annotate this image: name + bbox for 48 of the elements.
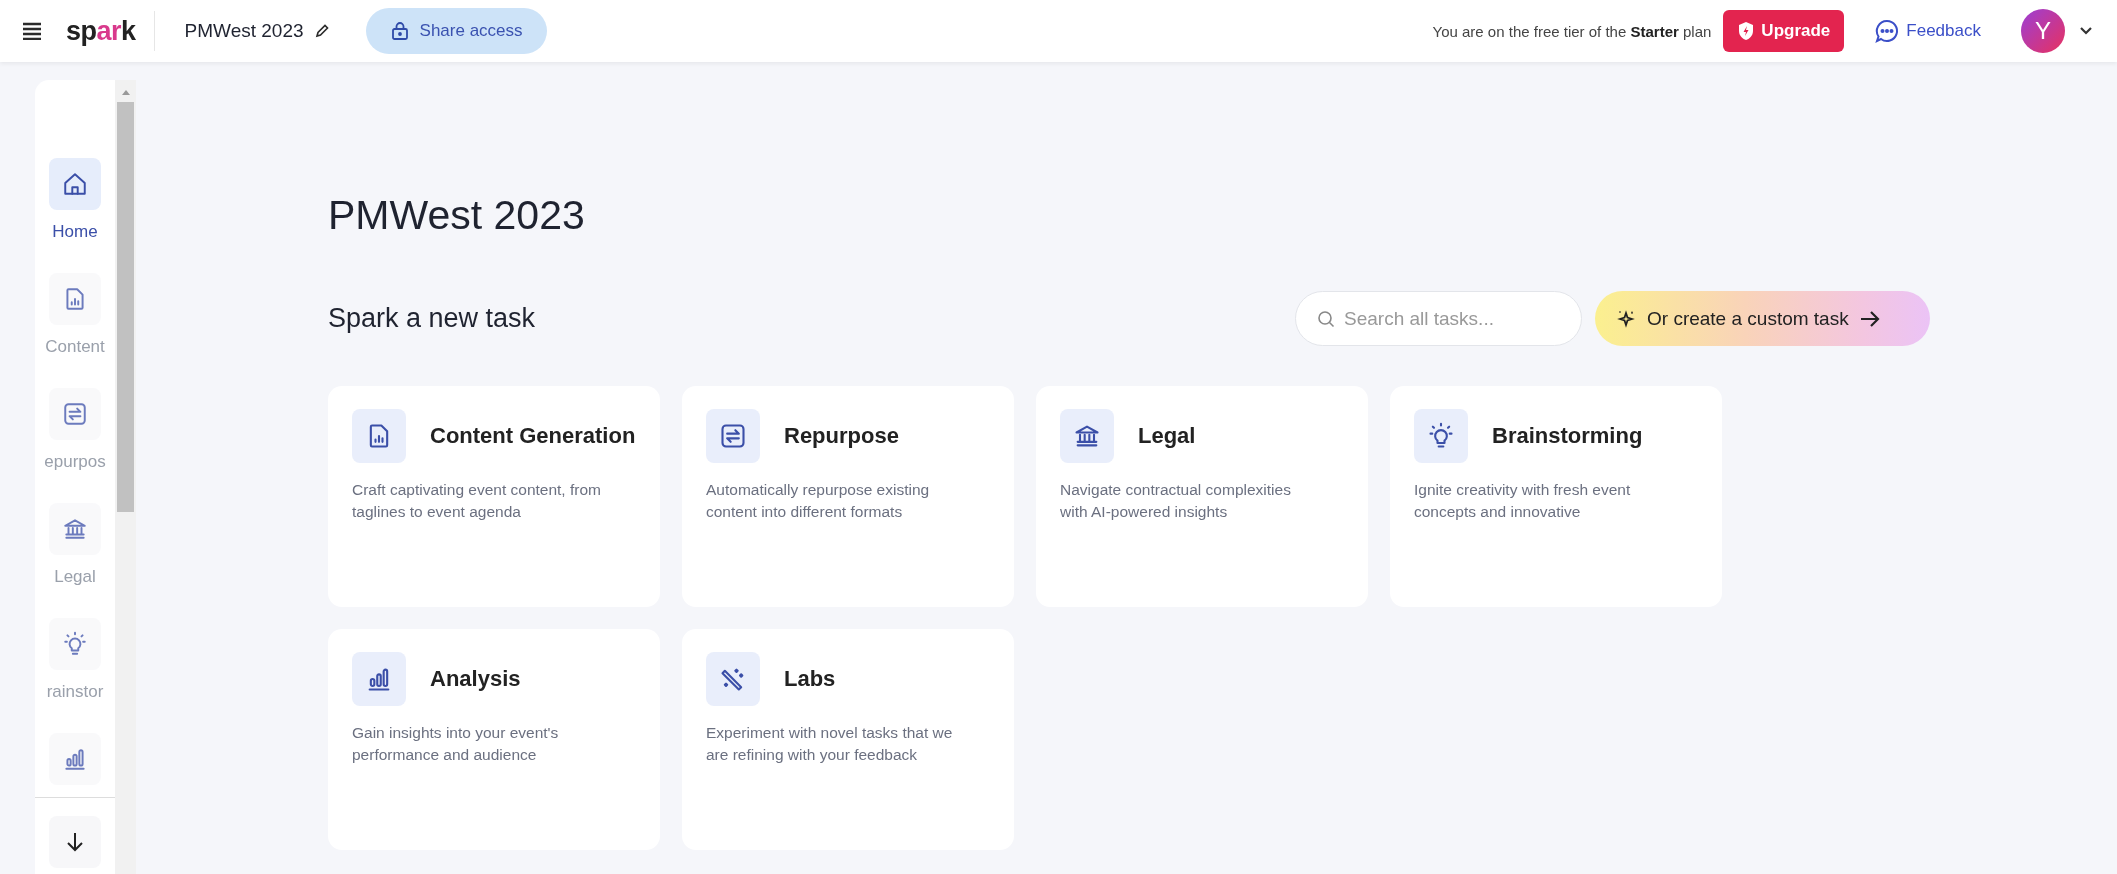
menu-icon[interactable] [22, 22, 42, 40]
task-description: Experiment with novel tasks that we are refining with your feedback [706, 723, 954, 765]
pencil-icon[interactable] [313, 23, 330, 39]
page-title: PMWest 2023 [328, 192, 586, 239]
user-avatar[interactable]: Y [2021, 9, 2065, 53]
task-description: Ignite creativity with fresh event concepts and innovative [1414, 480, 1632, 522]
task-description: Gain insights into your event's performance and audience [352, 723, 560, 765]
project-name: PMWest 2023 [184, 20, 304, 42]
task-title: Brainstorming [1492, 423, 1643, 449]
home-icon [62, 171, 88, 197]
feedback-link[interactable]: Feedback [1874, 18, 1981, 44]
sidebar-item[interactable]: Home [35, 158, 115, 242]
task-title: Analysis [430, 666, 521, 692]
download-button[interactable] [49, 816, 101, 868]
task-card[interactable]: Labs Experiment with novel tasks that we are refining with your feedback [682, 629, 1014, 850]
section-title: Spark a new task [328, 303, 536, 334]
task-description: Craft captivating event content, from taglines to event agenda [352, 480, 602, 522]
task-card[interactable]: Legal Navigate contractual complexities with AI-powered insights [1036, 386, 1368, 607]
custom-task-button[interactable]: Or create a custom task [1595, 291, 1930, 346]
lock-icon [389, 21, 410, 41]
arrow-right-icon [1858, 309, 1881, 328]
scrollbar-thumb[interactable] [117, 102, 134, 512]
shield-icon [1737, 21, 1756, 41]
task-card[interactable]: Repurpose Automatically repurpose existing content into different formats [682, 386, 1014, 607]
upgrade-button[interactable]: Upgrade [1723, 10, 1845, 52]
swap-arrows-icon [62, 401, 88, 427]
chat-bubble-icon [1874, 18, 1901, 44]
swap-arrows-icon [719, 422, 747, 450]
task-title: Labs [784, 666, 836, 692]
bar-chart-icon [62, 746, 88, 772]
plan-notice: You are on the free tier of the Starter plan [1432, 22, 1712, 40]
search-icon [1317, 310, 1335, 328]
task-description: Navigate contractual complexities with AI-powered insights [1060, 480, 1292, 522]
chevron-down-icon[interactable] [2079, 26, 2093, 36]
search-field[interactable]: Search all tasks... [1295, 291, 1582, 346]
lightbulb-icon [1427, 422, 1455, 450]
lightbulb-icon [62, 631, 88, 657]
task-card[interactable]: Content Generation Craft captivating event content, from taglines to event agenda [328, 386, 660, 607]
task-title: Repurpose [784, 423, 899, 449]
scrollbar[interactable] [115, 80, 136, 874]
task-card[interactable]: Brainstorming Ignite creativity with fresh event concepts and innovative [1390, 386, 1722, 607]
share-access-button[interactable]: Share access [365, 8, 547, 54]
bank-icon [62, 516, 88, 542]
task-card[interactable]: Analysis Gain insights into your event's performance and audience [328, 629, 660, 850]
task-title: Legal [1138, 423, 1196, 449]
task-description: Automatically repurpose existing content into different formats [706, 480, 931, 522]
brand-logo[interactable]: spark [66, 15, 136, 47]
task-title: Content Generation [430, 423, 636, 449]
